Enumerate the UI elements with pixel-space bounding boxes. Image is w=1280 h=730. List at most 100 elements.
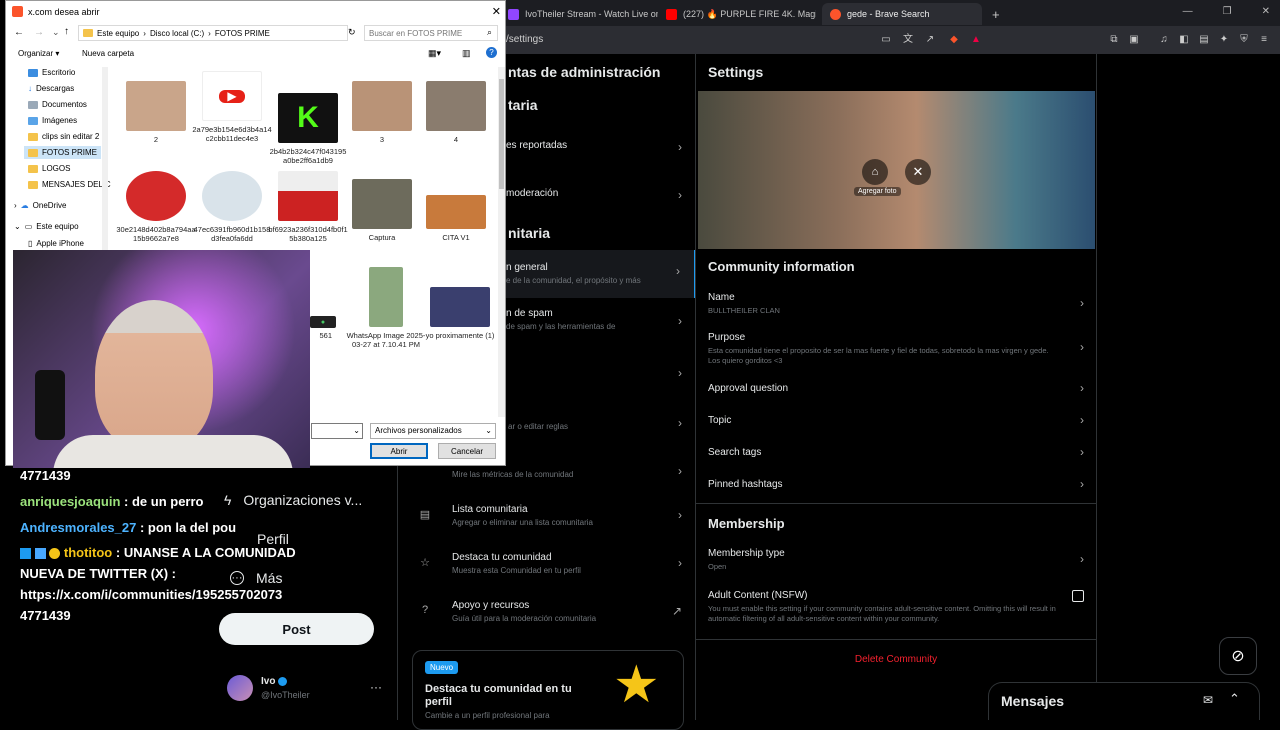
file-item[interactable]: 2: [116, 81, 196, 144]
wallet-icon[interactable]: ▤: [1198, 34, 1210, 46]
tree-item-fotos-prime[interactable]: FOTOS PRIME: [24, 146, 101, 159]
promo-card[interactable]: Nuevo Destaca tu comunidad en tu perfil …: [412, 650, 684, 730]
nav-organizations[interactable]: ϟ Organizaciones v...: [224, 492, 362, 508]
file-thumbnail: [426, 195, 486, 229]
file-item[interactable]: yo proximamente (1): [420, 287, 500, 340]
avatar[interactable]: [227, 675, 253, 701]
new-tab-button[interactable]: +: [992, 3, 1000, 25]
item-feature-community[interactable]: ☆ Destaca tu comunidad Muestra esta Comu…: [398, 546, 696, 594]
brave-rewards-icon[interactable]: ▲: [970, 34, 982, 46]
tab-stream[interactable]: IvoTheiler Stream - Watch Live on: [508, 3, 658, 25]
file-thumbnail: [202, 171, 262, 221]
close-window-icon[interactable]: ✕: [1262, 6, 1270, 17]
maximize-icon[interactable]: ❐: [1223, 6, 1232, 17]
tree-item-onedrive[interactable]: › ☁ OneDrive: [14, 201, 66, 210]
organize-button[interactable]: Organizar ▾: [18, 49, 59, 58]
help-icon[interactable]: ?: [486, 47, 497, 58]
tree-item-logos[interactable]: LOGOS: [28, 164, 70, 173]
scroll-thumb[interactable]: [499, 79, 504, 189]
screenshot-icon[interactable]: ▣: [1128, 34, 1140, 46]
cast-icon[interactable]: ▭: [880, 34, 892, 46]
nsfw-checkbox[interactable]: [1072, 590, 1084, 602]
row-approval-question[interactable]: Approval question ›: [708, 381, 1088, 395]
row-membership-type[interactable]: Membership type Open ›: [708, 548, 1088, 572]
chat-line: 4771439: [20, 608, 71, 623]
expand-icon[interactable]: ⌃: [1229, 691, 1240, 707]
new-folder-button[interactable]: Nueva carpeta: [82, 49, 134, 58]
share-icon[interactable]: ↗: [924, 34, 936, 46]
folder-icon: [28, 148, 38, 157]
file-item[interactable]: 47ec6391fb960d1b158d3fea0fa6dd: [192, 171, 272, 243]
tree-item-downloads[interactable]: ↓ Descargas: [28, 84, 74, 93]
row-purpose[interactable]: Purpose Esta comunidad tiene el proposit…: [708, 332, 1088, 366]
tree-item-mensajes[interactable]: MENSAJES DEL C: [28, 180, 111, 189]
file-item[interactable]: 30e2148d402b8a794aa15b9662a7e8: [116, 171, 196, 243]
cancel-button[interactable]: Cancelar: [438, 443, 496, 459]
dropdown-icon[interactable]: ⌄: [52, 27, 60, 38]
row-topic[interactable]: Topic ›: [708, 413, 1088, 427]
file-item[interactable]: ▶ 2a79e3b154e6d3b4a14c2cbb11dec4e3: [192, 71, 272, 143]
chevron-down-icon: ⌄: [14, 222, 21, 231]
delete-community-button[interactable]: Delete Community: [696, 654, 1096, 665]
vpn-icon[interactable]: ⛨: [1238, 34, 1250, 46]
forward-icon[interactable]: →: [34, 27, 44, 38]
row-name[interactable]: Name BULLTHEILER CLAN ›: [708, 292, 1088, 316]
computer-icon: ▭: [24, 222, 33, 231]
extensions-icon[interactable]: ⧉: [1108, 34, 1120, 46]
search-input[interactable]: [364, 25, 498, 41]
back-icon[interactable]: ←: [14, 27, 24, 38]
chevron-down-icon: ⌄: [353, 426, 360, 435]
tab-brave-search[interactable]: gede - Brave Search: [822, 3, 982, 25]
nav-more[interactable]: ··· Más: [230, 570, 282, 586]
file-item[interactable]: 3: [342, 81, 422, 144]
up-icon[interactable]: ↑: [64, 26, 69, 37]
file-item[interactable]: WhatsApp Image 2025-03-27 at 7.10.41 PM: [346, 267, 426, 349]
tree-item-documents[interactable]: Documentos: [28, 100, 87, 109]
file-item[interactable]: 4: [416, 81, 496, 144]
file-item[interactable]: CITA V1: [416, 195, 496, 242]
grok-icon[interactable]: ⊘: [1219, 637, 1257, 675]
open-button[interactable]: Abrir: [370, 443, 428, 459]
account-menu-icon[interactable]: ···: [370, 680, 382, 694]
star-outline-icon: ☆: [420, 557, 430, 569]
minimize-icon[interactable]: —: [1183, 6, 1193, 17]
translate-icon[interactable]: 文: [902, 34, 914, 46]
remove-photo-icon[interactable]: ✕: [905, 159, 931, 185]
tree-item-desktop[interactable]: Escritorio: [28, 68, 75, 77]
file-scrollbar[interactable]: [498, 67, 505, 417]
item-community-list[interactable]: ▤ Lista comunitaria Agregar o eliminar u…: [398, 498, 696, 546]
tree-item-clips[interactable]: clips sin editar 2: [28, 132, 99, 141]
view-icon[interactable]: ▦▾: [428, 48, 441, 59]
leo-icon[interactable]: ✦: [1218, 34, 1230, 46]
file-item[interactable]: Captura: [342, 179, 422, 242]
tree-item-pictures[interactable]: Imágenes: [28, 116, 77, 125]
menu-icon[interactable]: ≡: [1258, 34, 1270, 46]
filetype-select[interactable]: Archivos personalizados ⌄: [370, 423, 496, 439]
tab-youtube[interactable]: (227) 🔥 PURPLE FIRE 4K. Magic Fire: [666, 3, 816, 25]
row-search-tags[interactable]: Search tags ›: [708, 445, 1088, 459]
streamer-figure: [95, 300, 213, 450]
filename-input[interactable]: ⌄: [311, 423, 363, 439]
add-photo-icon[interactable]: ⌂: [862, 159, 888, 185]
file-item[interactable]: K 2b4b2b324c47f043195a0be2ff6a1db9: [268, 93, 348, 165]
preview-pane-icon[interactable]: ▥: [462, 48, 471, 59]
refresh-icon[interactable]: ↻: [348, 27, 356, 38]
file-item[interactable]: bf6923a236f310d4fb0f15b380a125: [268, 171, 348, 243]
url-field[interactable]: /settings: [506, 34, 543, 45]
sidebar-icon[interactable]: ◧: [1178, 34, 1190, 46]
row-pinned-hashtags[interactable]: Pinned hashtags ›: [708, 477, 1088, 491]
music-icon[interactable]: ♫: [1158, 34, 1170, 46]
item-support[interactable]: ? Apoyo y recursos Guía útil para la mod…: [398, 594, 696, 642]
new-message-icon[interactable]: ✉: [1203, 693, 1213, 707]
close-dialog-icon[interactable]: ✕: [492, 5, 501, 18]
messages-drawer[interactable]: Mensajes ✉ ⌃: [988, 682, 1260, 720]
tree-item-this-pc[interactable]: ⌄ ▭ Este equipo: [14, 222, 79, 231]
promo-subtitle: Cambie a un perfil profesional para: [425, 711, 550, 720]
post-button[interactable]: Post: [219, 613, 374, 645]
tree-item-iphone[interactable]: ▯ Apple iPhone: [28, 239, 84, 248]
breadcrumb[interactable]: Este equipo › Disco local (C:) › FOTOS PRI…: [78, 25, 348, 41]
add-photo-label: Agregar foto: [854, 187, 901, 196]
brave-shield-icon[interactable]: ◆: [948, 34, 960, 46]
nav-profile[interactable]: Perfil: [257, 531, 289, 547]
chevron-right-icon: ›: [1080, 445, 1084, 459]
